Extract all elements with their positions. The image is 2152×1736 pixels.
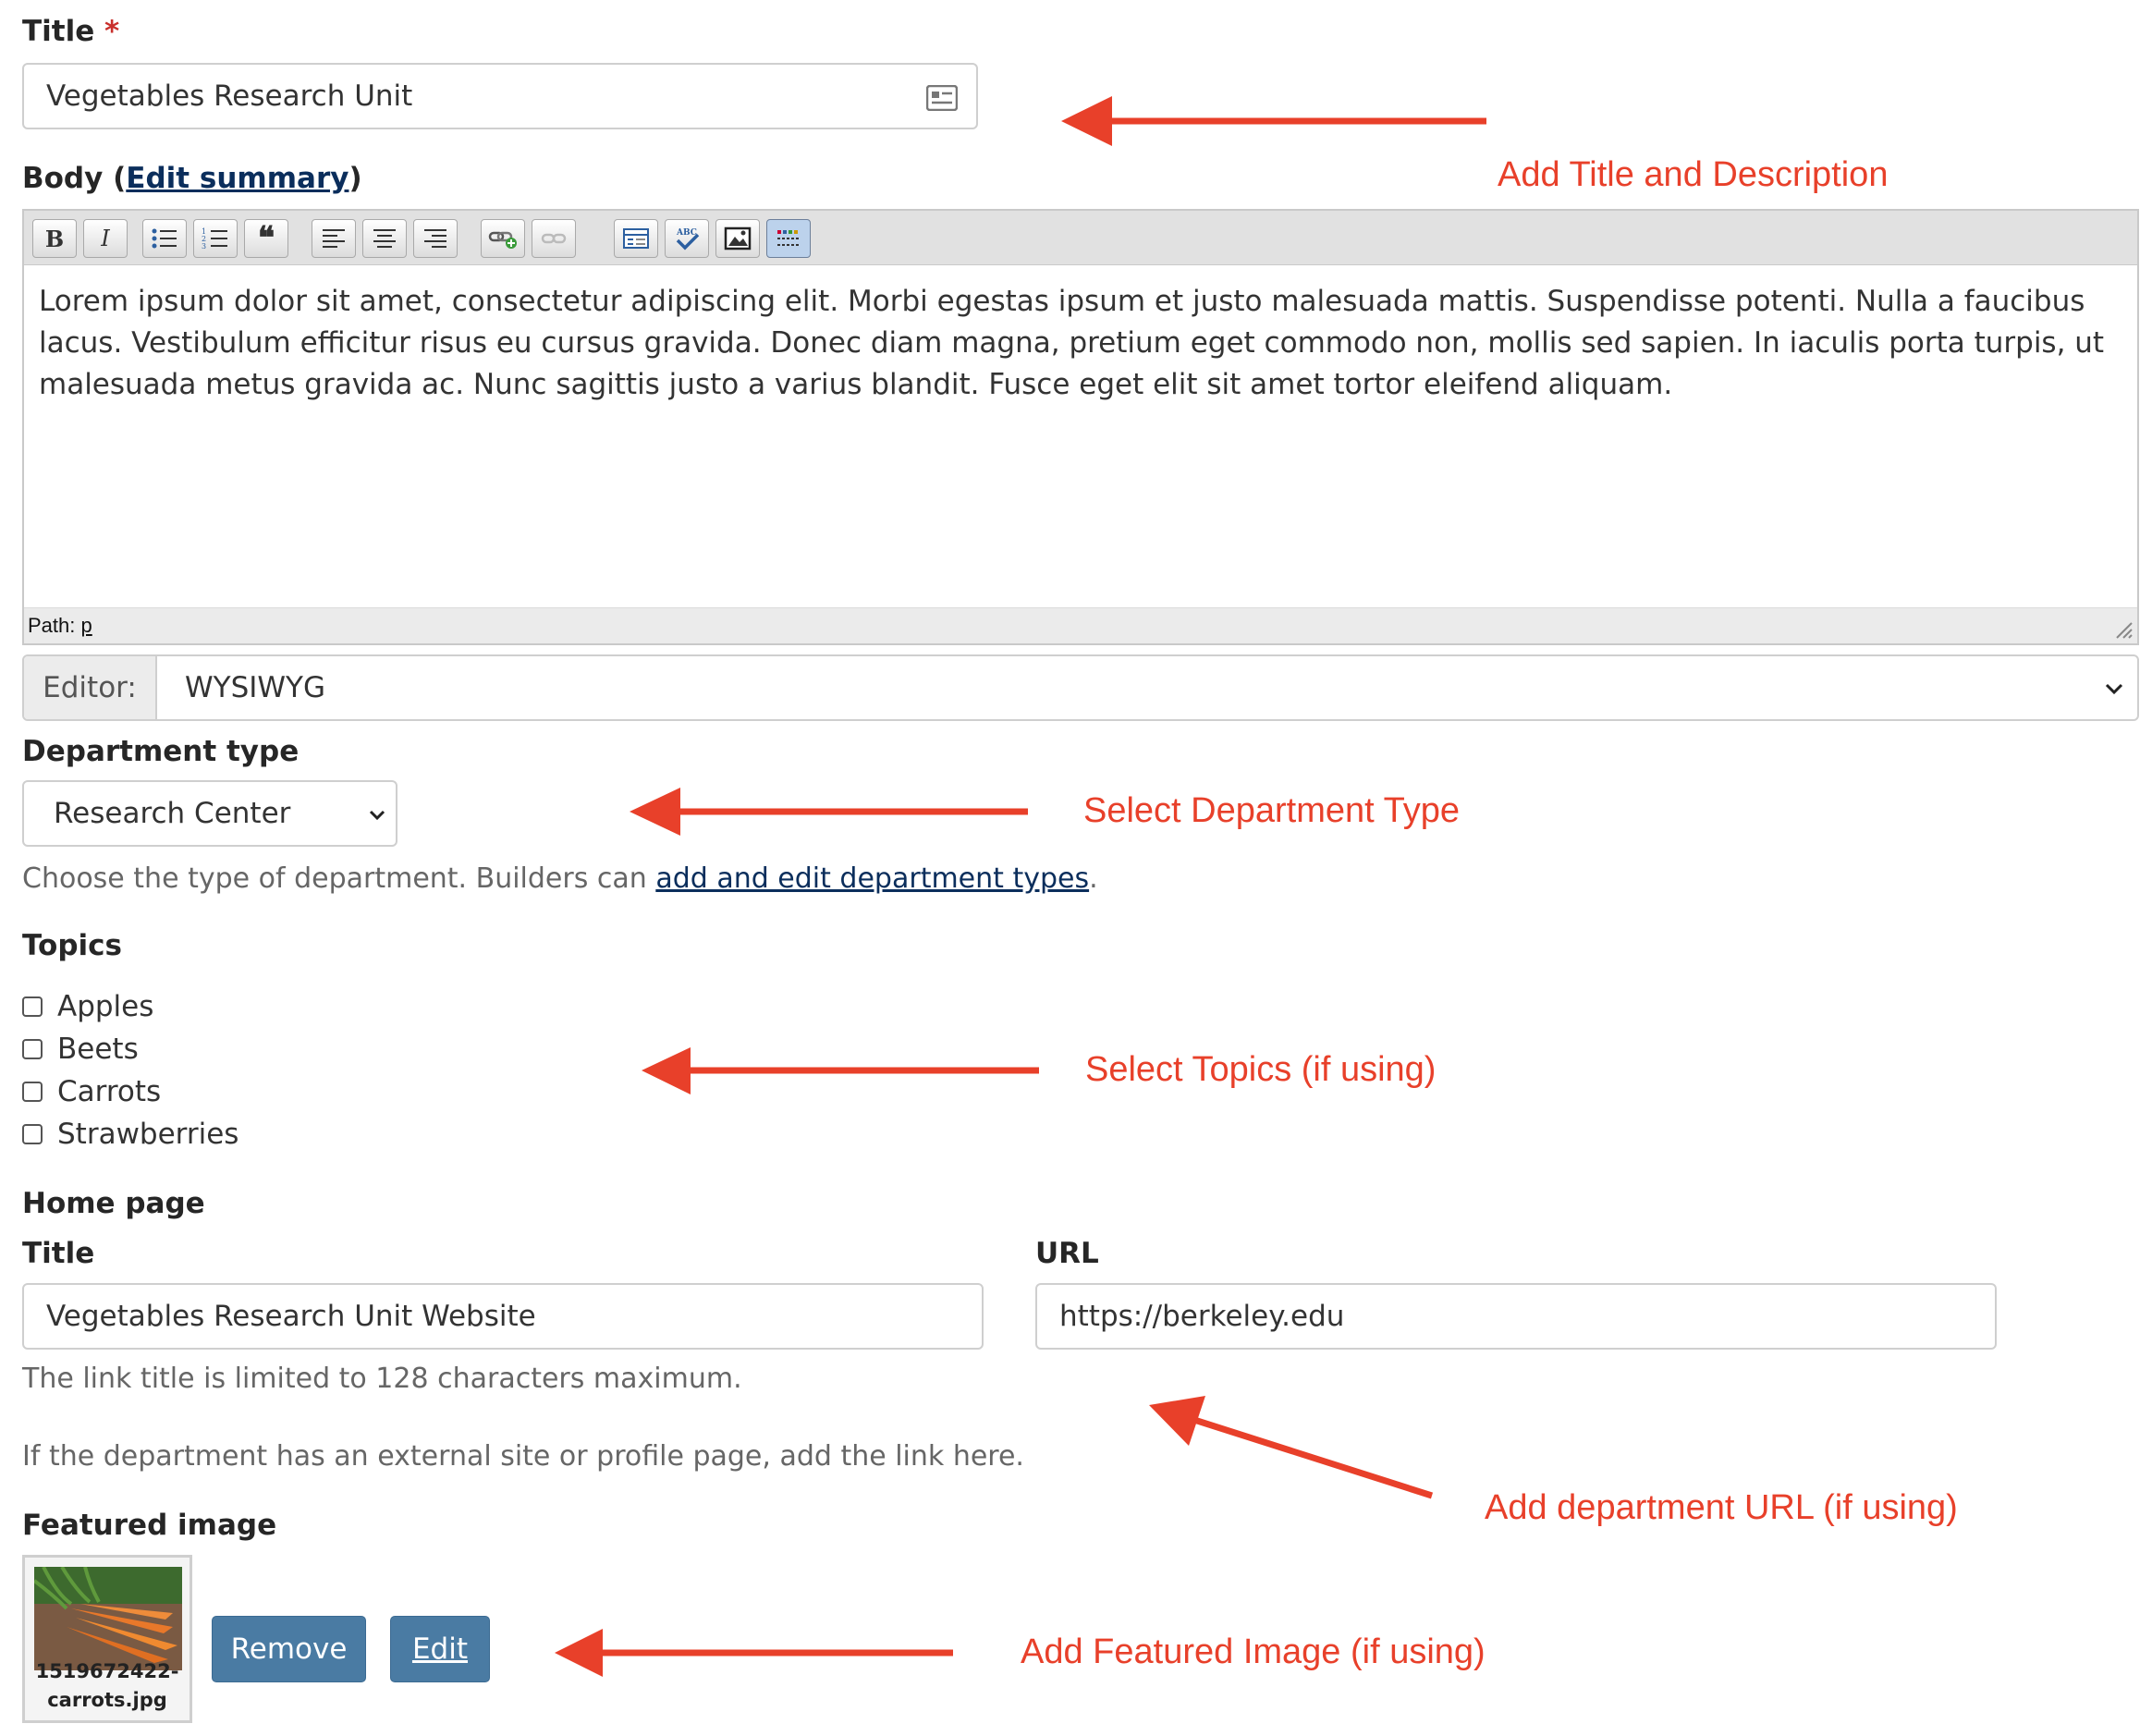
annotation-featured-image: Add Featured Image (if using)	[1021, 1632, 1486, 1671]
arrow-url	[1149, 1396, 1434, 1499]
arrow-title	[1061, 96, 1486, 146]
annotation-topics: Select Topics (if using)	[1085, 1050, 1437, 1089]
annotation-title-description: Add Title and Description	[1498, 155, 1889, 194]
arrow-department-type	[630, 788, 1028, 836]
arrow-featured-image	[555, 1629, 953, 1677]
annotation-department-type: Select Department Type	[1083, 791, 1460, 830]
annotation-arrows	[555, 96, 1486, 1677]
annotation-department-url: Add department URL (if using)	[1485, 1488, 1958, 1527]
arrow-topics	[642, 1047, 1039, 1094]
